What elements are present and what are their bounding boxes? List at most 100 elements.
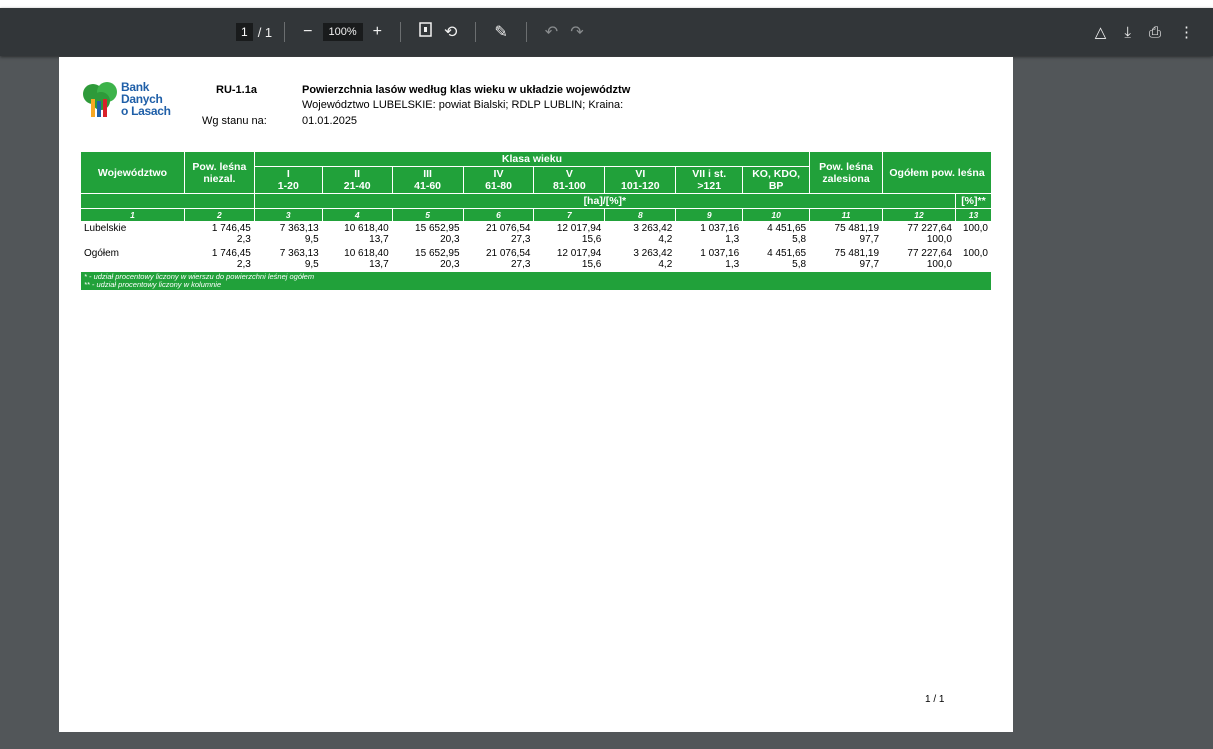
more-icon[interactable]: ⋮ — [1179, 23, 1194, 41]
report-code: RU-1.1a — [216, 84, 257, 96]
class-range: 61-80 — [485, 180, 512, 192]
cell-value: 12 017,94 — [556, 223, 602, 234]
data-cell: 7 363,13 9,5 — [253, 246, 323, 272]
cell-value: 1 037,16 — [700, 223, 740, 234]
data-cell: 3 263,42 4,2 — [604, 221, 677, 247]
data-cell: 75 481,19 97,7 — [809, 246, 884, 272]
class-roman: V — [565, 168, 573, 180]
logo-text: Bank Danych o Lasach — [121, 81, 191, 117]
column-number: 12 — [882, 208, 956, 222]
unit-pct: [%]** — [954, 193, 993, 209]
forest-age-table: Województwo Pow. leśna niezal. Klasa wie… — [80, 151, 993, 291]
page-number-input[interactable]: 1 — [236, 23, 253, 41]
row-name: Lubelskie — [80, 221, 185, 247]
data-cell: 75 481,19 97,7 — [809, 221, 884, 247]
header-klasa-wieku: Klasa wieku — [253, 151, 811, 167]
as-of-date: 01.01.2025 — [302, 115, 358, 127]
footnotes: * - udział procentowy liczony w wierszu … — [80, 271, 992, 291]
class-roman: III — [423, 168, 432, 180]
pdf-toolbar: 1 / 1 − 100% + ⟲ ✎ ↶ ↷ △ ⤓ ⎙ ⋮ — [0, 8, 1213, 56]
header-class: V 81-100 — [533, 166, 606, 194]
header-class: II 21-40 — [321, 166, 393, 194]
table-index-row: 1 2 3 4 5 6 7 8 9 10 11 12 13 — [80, 208, 993, 222]
header-niezal: Pow. leśna niezal. — [183, 151, 255, 194]
logo: Bank Danych o Lasach — [81, 81, 191, 119]
data-cell: 12 017,94 15,6 — [533, 246, 606, 272]
header-class: III 41-60 — [391, 166, 464, 194]
class-range: 41-60 — [414, 180, 442, 192]
cell-value: 75 481,19 — [834, 248, 880, 259]
cell-value: 77 227,64 — [907, 223, 952, 234]
cell-value: 7 363,13 — [279, 223, 319, 234]
data-cell: 77 227,64 100,0 — [882, 221, 956, 247]
drive-icon[interactable]: △ — [1095, 23, 1107, 41]
column-number: 7 — [533, 208, 606, 222]
toolbar-divider — [475, 22, 477, 42]
as-of-label: Wg stanu na: — [202, 115, 267, 127]
annotate-icon[interactable]: ✎ — [494, 22, 507, 42]
column-number: 2 — [183, 208, 255, 222]
print-icon[interactable]: ⎙ — [1149, 24, 1161, 41]
redo-icon[interactable]: ↷ — [570, 22, 583, 42]
zoom-in-icon[interactable]: + — [373, 23, 382, 41]
pdf-page: Bank Danych o Lasach RU-1.1a Powierzchni… — [59, 57, 1013, 732]
undo-icon[interactable]: ↶ — [545, 22, 558, 42]
download-icon[interactable]: ⤓ — [1124, 24, 1131, 41]
class-roman: VI — [635, 168, 646, 180]
class-range: BP — [768, 180, 784, 192]
zoom-input[interactable]: 100% — [322, 23, 363, 41]
class-roman: I — [286, 168, 290, 180]
toolbar-right-controls: △ ⤓ ⎙ ⋮ — [1086, 8, 1203, 56]
table-unit-row: [ha]/[%]* [%]** — [80, 193, 993, 209]
data-cell: 21 076,54 27,3 — [462, 221, 535, 247]
cell-value: 3 263,42 — [633, 223, 673, 234]
class-range: 81-100 — [553, 180, 586, 192]
cell-percent: 15,6 — [581, 234, 602, 245]
cell-value: 1 746,45 — [211, 248, 251, 259]
cell-percent: 13,7 — [369, 259, 389, 270]
cell-percent: 4,2 — [658, 234, 673, 245]
column-number: 13 — [954, 208, 993, 222]
cell-value: 10 618,40 — [344, 223, 389, 234]
footnote-2: ** - udział procentowy liczony w kolumni… — [84, 280, 222, 289]
logo-line2: o Lasach — [121, 104, 171, 118]
header-class: KO, KDO, BP — [742, 166, 811, 194]
cell-value: 7 363,13 — [279, 248, 319, 259]
column-number: 11 — [809, 208, 884, 222]
cell-percent: 9,5 — [304, 234, 319, 245]
rotate-icon[interactable]: ⟲ — [444, 22, 457, 42]
data-cell: 7 363,13 9,5 — [253, 221, 323, 247]
cell-percent: 1,3 — [725, 259, 740, 270]
data-cell: 4 451,65 5,8 — [742, 246, 811, 272]
toolbar-center-controls: 1 / 1 − 100% + ⟲ ✎ ↶ ↷ — [236, 8, 590, 56]
fit-page-icon[interactable] — [419, 22, 432, 42]
header-class: VI 101-120 — [604, 166, 677, 194]
toolbar-divider — [525, 22, 527, 42]
data-cell: 12 017,94 15,6 — [533, 221, 606, 247]
cell-value: 15 652,95 — [415, 248, 460, 259]
unit-blank — [80, 193, 255, 209]
data-cell: 10 618,40 13,7 — [321, 221, 393, 247]
zoom-out-icon[interactable]: − — [303, 23, 312, 41]
data-cell: 1 746,45 2,3 — [183, 246, 255, 272]
cell-percent: 20,3 — [440, 259, 460, 270]
cell-share: 100,0 — [954, 221, 993, 247]
class-roman: IV — [493, 168, 504, 180]
report-title: Powierzchnia lasów według klas wieku w u… — [302, 84, 631, 96]
header-class: IV 61-80 — [462, 166, 535, 194]
row-name: Ogółem — [80, 246, 185, 272]
data-cell: 3 263,42 4,2 — [604, 246, 677, 272]
header-wojewodztwo: Województwo — [80, 151, 185, 194]
cell-value: 15 652,95 — [415, 223, 460, 234]
cell-percent: 15,6 — [581, 259, 602, 270]
data-cell: 77 227,64 100,0 — [882, 246, 956, 272]
cell-percent: 100,0 — [926, 259, 952, 270]
toolbar-divider — [284, 22, 286, 42]
cell-percent: 2,3 — [236, 234, 251, 245]
table-row: Lubelskie 1 746,45 2,3 7 363,13 9,5 10 618,40… — [80, 221, 993, 247]
cell-percent: 27,3 — [510, 234, 531, 245]
data-cell: 1 037,16 1,3 — [675, 221, 744, 247]
cell-share: 100,0 — [954, 246, 993, 272]
class-range: 101-120 — [621, 180, 660, 192]
data-cell: 1 037,16 1,3 — [675, 246, 744, 272]
